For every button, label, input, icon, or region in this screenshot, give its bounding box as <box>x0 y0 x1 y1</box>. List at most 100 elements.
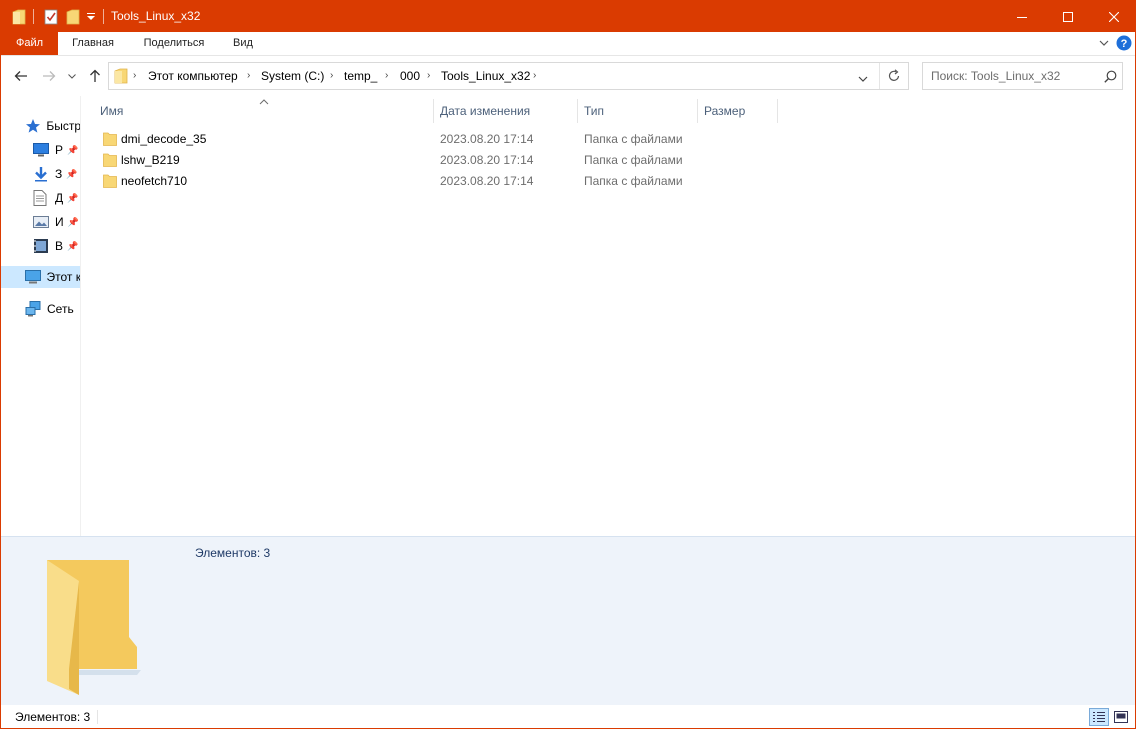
file-row[interactable]: lshw_B219 2023.08.20 17:14 Папка с файла… <box>97 150 697 171</box>
pin-icon[interactable]: 📌 <box>67 241 78 252</box>
large-folder-icon <box>41 555 145 700</box>
download-icon <box>33 166 51 182</box>
recent-dropdown-icon <box>68 73 76 79</box>
desktop-icon <box>33 143 51 157</box>
location-folder-icon <box>114 68 128 87</box>
breadcrumb-separator[interactable]: › <box>385 70 388 81</box>
nav-item-downloads[interactable]: З 📌 <box>33 163 80 185</box>
details-pane: Элементов: 3 <box>1 536 1135 705</box>
minimize-button[interactable] <box>999 1 1045 32</box>
forward-button[interactable] <box>39 66 59 86</box>
breadcrumb-temp[interactable]: temp_ <box>344 69 377 83</box>
title-bar[interactable]: Tools_Linux_x32 <box>1 1 1135 32</box>
ribbon-tabs: Файл Главная Поделиться Вид ? <box>1 32 1135 56</box>
status-divider <box>97 710 98 724</box>
column-separator[interactable] <box>697 99 698 123</box>
up-button[interactable] <box>85 66 105 86</box>
explorer-window: Tools_Linux_x32 Файл Главная Поделиться … <box>0 0 1136 729</box>
video-icon <box>33 238 51 254</box>
tab-share[interactable]: Поделиться <box>131 32 217 55</box>
pin-icon[interactable]: 📌 <box>68 217 79 228</box>
nav-item-this-pc[interactable]: Этот к <box>1 266 81 288</box>
minimize-icon <box>1017 16 1027 18</box>
properties-icon[interactable] <box>42 8 60 25</box>
customize-dropdown-icon[interactable] <box>85 8 97 25</box>
file-row[interactable]: dmi_decode_35 2023.08.20 17:14 Папка с ф… <box>97 129 697 150</box>
address-row: › Этот компьютер › System (C:) › temp_ ›… <box>1 56 1135 96</box>
address-bar[interactable]: › Этот компьютер › System (C:) › temp_ ›… <box>108 62 909 90</box>
computer-icon <box>25 270 43 284</box>
folder-icon <box>103 132 117 149</box>
folder-icon <box>103 153 117 170</box>
search-input[interactable]: Поиск: Tools_Linux_x32 <box>922 62 1123 90</box>
recent-locations-button[interactable] <box>65 66 79 86</box>
document-icon <box>33 190 51 206</box>
column-separator[interactable] <box>777 99 778 123</box>
nav-item-pictures[interactable]: И 📌 <box>33 211 80 233</box>
refresh-icon[interactable] <box>887 69 901 86</box>
search-icon[interactable] <box>1104 70 1117 86</box>
nav-item-label: Этот к <box>46 270 81 284</box>
window-title: Tools_Linux_x32 <box>111 9 201 23</box>
status-bar: Элементов: 3 <box>1 705 1135 728</box>
file-row[interactable]: neofetch710 2023.08.20 17:14 Папка с фай… <box>97 171 697 192</box>
file-date: 2023.08.20 17:14 <box>440 132 534 146</box>
large-icons-view-button[interactable] <box>1111 708 1131 726</box>
nav-item-label: З <box>55 167 63 181</box>
column-header-name[interactable]: Имя <box>100 102 123 120</box>
breadcrumb-separator[interactable]: › <box>133 70 136 81</box>
file-date: 2023.08.20 17:14 <box>440 174 534 188</box>
column-header-type[interactable]: Тип <box>584 102 604 120</box>
nav-item-videos[interactable]: В 📌 <box>33 235 80 257</box>
search-placeholder: Поиск: Tools_Linux_x32 <box>931 69 1061 83</box>
tab-view[interactable]: Вид <box>223 32 263 55</box>
file-list: Имя Дата изменения Тип Размер dmi_decode… <box>82 96 1135 536</box>
navigation-pane: Быстр Р 📌 З 📌 Д 📌 И 📌 В 📌 Этот к Сеть <box>1 96 81 536</box>
details-item-count: Элементов: 3 <box>195 546 271 560</box>
expand-ribbon-icon[interactable] <box>1097 36 1111 50</box>
folder-icon[interactable] <box>10 8 28 25</box>
image-icon <box>33 215 51 229</box>
breadcrumb-separator[interactable]: › <box>247 70 250 81</box>
breadcrumb-separator[interactable]: › <box>427 70 430 81</box>
breadcrumb-separator[interactable]: › <box>330 70 333 81</box>
file-name: dmi_decode_35 <box>121 132 207 146</box>
quick-access-separator <box>33 9 34 24</box>
details-view-icon <box>1093 712 1105 722</box>
column-separator[interactable] <box>433 99 434 123</box>
pin-icon[interactable]: 📌 <box>67 145 78 156</box>
status-item-count: Элементов: 3 <box>15 710 91 724</box>
column-header-size[interactable]: Размер <box>704 102 745 120</box>
back-button[interactable] <box>11 66 31 86</box>
file-type: Папка с файлами <box>584 174 683 188</box>
breadcrumb-000[interactable]: 000 <box>400 69 420 83</box>
breadcrumb-this-pc[interactable]: Этот компьютер <box>148 69 238 83</box>
new-folder-icon[interactable] <box>64 8 82 25</box>
nav-item-label: В <box>55 239 64 253</box>
file-date: 2023.08.20 17:14 <box>440 153 534 167</box>
file-name: lshw_B219 <box>121 153 180 167</box>
up-arrow-icon <box>90 69 100 82</box>
breadcrumb-current-folder[interactable]: Tools_Linux_x32 <box>441 69 530 83</box>
forward-arrow-icon <box>43 71 56 81</box>
nav-item-label: Быстр <box>46 119 81 133</box>
column-header-date[interactable]: Дата изменения <box>440 102 530 120</box>
breadcrumb-system-c[interactable]: System (C:) <box>261 69 324 83</box>
nav-item-network[interactable]: Сеть <box>25 298 80 320</box>
nav-item-desktop[interactable]: Р 📌 <box>33 139 80 161</box>
close-button[interactable] <box>1091 1 1135 32</box>
svg-text:?: ? <box>1121 38 1128 50</box>
breadcrumb-separator[interactable]: › <box>533 70 536 81</box>
details-view-button[interactable] <box>1089 708 1109 726</box>
tab-file[interactable]: Файл <box>1 32 58 55</box>
nav-item-quick-access[interactable]: Быстр <box>25 115 81 137</box>
column-separator[interactable] <box>577 99 578 123</box>
help-icon[interactable]: ? <box>1116 35 1132 51</box>
maximize-button[interactable] <box>1045 1 1091 32</box>
address-history-dropdown-icon[interactable] <box>858 71 868 85</box>
pin-icon[interactable]: 📌 <box>67 193 78 204</box>
nav-item-label: Р <box>55 143 64 157</box>
nav-item-documents[interactable]: Д 📌 <box>33 187 80 209</box>
tab-home[interactable]: Главная <box>58 32 128 55</box>
pin-icon[interactable]: 📌 <box>66 169 77 180</box>
